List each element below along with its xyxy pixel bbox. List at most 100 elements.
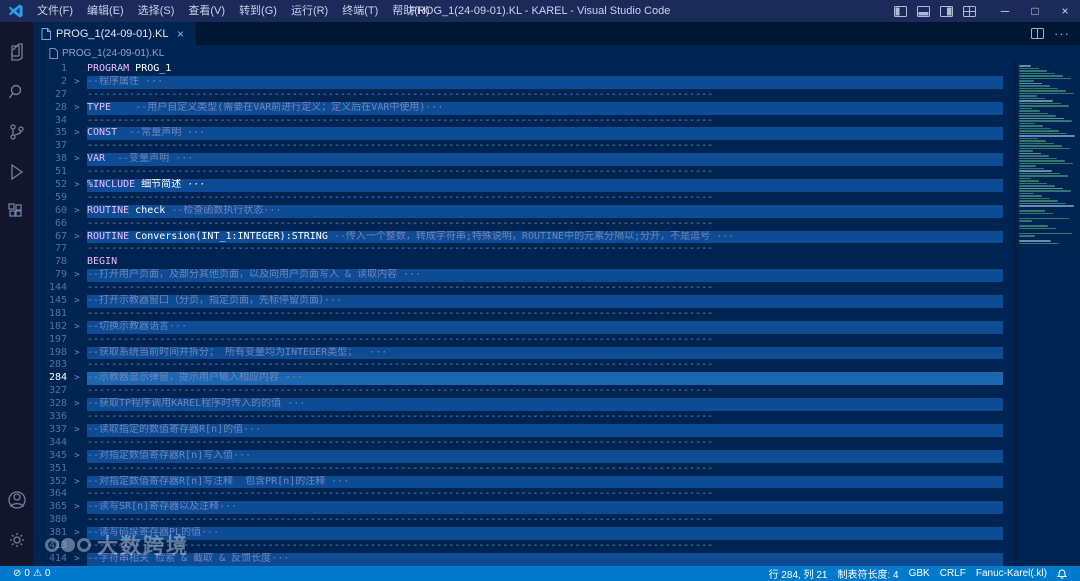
line-number[interactable]: 352	[33, 476, 67, 489]
code-line-content[interactable]: PROGRAM PROG_1	[87, 63, 1003, 76]
code-line-content[interactable]: --读取指定的数值寄存器R[n]的值···	[87, 423, 1003, 437]
line-number[interactable]: 77	[33, 243, 67, 256]
minimap[interactable]	[1014, 61, 1080, 566]
line-number[interactable]: 145	[33, 295, 67, 308]
code-line[interactable]: 77 --------------------------------------…	[33, 243, 1014, 256]
code-line-content[interactable]: ----------------------------------------…	[87, 385, 1003, 398]
cursor-position[interactable]: 行 284, 列 21	[764, 566, 833, 581]
fold-chevron-icon[interactable]: >	[67, 372, 87, 385]
line-number[interactable]: 344	[33, 437, 67, 450]
code-line[interactable]: 144 -------------------------------------…	[33, 282, 1014, 295]
menu-item[interactable]: 编辑(E)	[80, 0, 131, 22]
code-line-content[interactable]: BEGIN	[87, 256, 1003, 269]
fold-chevron-icon[interactable]: >	[67, 205, 87, 218]
extensions-icon[interactable]	[0, 192, 33, 232]
menu-item[interactable]: 查看(V)	[181, 0, 232, 22]
code-line[interactable]: 197 -------------------------------------…	[33, 334, 1014, 347]
code-line-content[interactable]: --读写SR[n]寄存器以及注释···	[87, 501, 1003, 515]
toggle-secondary-sidebar-icon[interactable]	[940, 5, 953, 17]
line-number[interactable]: 51	[33, 166, 67, 179]
fold-chevron-icon[interactable]: >	[67, 321, 87, 334]
menu-item[interactable]: 终端(T)	[335, 0, 385, 22]
menu-item[interactable]: 文件(F)	[30, 0, 80, 22]
code-line-content[interactable]: ----------------------------------------…	[87, 140, 1003, 153]
code-line-content[interactable]: --对指定数值寄存器R[n]写入值···	[87, 449, 1003, 463]
code-line[interactable]: 414 > --字符串相关 检索 & 截取 & 反馈长度···	[33, 552, 1014, 566]
code-line[interactable]: 37 --------------------------------------…	[33, 140, 1014, 153]
code-line[interactable]: 1 PROGRAM PROG_1	[33, 63, 1014, 76]
run-debug-icon[interactable]	[0, 152, 33, 192]
fold-chevron-icon[interactable]: >	[67, 501, 87, 514]
code-line[interactable]: 38 > VAR --变量声明 ···	[33, 153, 1014, 167]
code-editor[interactable]: 1 PROGRAM PROG_1 2 > --程序属性 ··· 27 -----------…	[33, 61, 1080, 566]
code-line[interactable]: 34 --------------------------------------…	[33, 115, 1014, 128]
code-line-content[interactable]: VAR --变量声明 ···	[87, 153, 1003, 167]
code-line[interactable]: 336 -------------------------------------…	[33, 411, 1014, 424]
line-number[interactable]: 328	[33, 398, 67, 411]
code-line-content[interactable]: --示教器显示弹窗，提示用户输入相应内容 ···	[87, 372, 1003, 386]
code-line-content[interactable]: ----------------------------------------…	[87, 166, 1003, 179]
code-line-content[interactable]: --对指定数值寄存器R[n]写注释 包含PR[n]的注释 ···	[87, 475, 1003, 489]
line-number[interactable]: 60	[33, 205, 67, 218]
line-number[interactable]: 34	[33, 115, 67, 128]
code-line[interactable]: 198 > --获取系统当前时间并拆分； 所有变量均为INTEGER类型； ···	[33, 346, 1014, 360]
code-line[interactable]: 67 > ROUTINE Conversion(INT_1:INTEGER):STR…	[33, 230, 1014, 244]
fold-chevron-icon[interactable]: >	[67, 76, 87, 89]
line-number[interactable]: 197	[33, 334, 67, 347]
code-line[interactable]: 380 -------------------------------------…	[33, 514, 1014, 527]
menu-item[interactable]: 选择(S)	[131, 0, 182, 22]
code-line[interactable]: 51 --------------------------------------…	[33, 166, 1014, 179]
line-number[interactable]: 1	[33, 63, 67, 76]
line-number[interactable]: 67	[33, 231, 67, 244]
code-line[interactable]: 2 > --程序属性 ···	[33, 75, 1014, 89]
code-line[interactable]: 283 -------------------------------------…	[33, 359, 1014, 372]
code-line[interactable]: 145 > --打开示教器窗口（分页，指定页面，先标停留页面）···	[33, 295, 1014, 308]
fold-chevron-icon[interactable]: >	[67, 231, 87, 244]
line-number[interactable]: 351	[33, 463, 67, 476]
code-line[interactable]: 413 -------------------------------------…	[33, 540, 1014, 553]
fold-chevron-icon[interactable]: >	[67, 102, 87, 115]
code-line-content[interactable]: --切换示教器语言···	[87, 320, 1003, 334]
line-number[interactable]: 283	[33, 359, 67, 372]
code-line-content[interactable]: ----------------------------------------…	[87, 218, 1003, 231]
code-line[interactable]: 52 > %INCLUDE 细节简述 ···	[33, 179, 1014, 192]
code-line-content[interactable]: ----------------------------------------…	[87, 89, 1003, 102]
code-line-content[interactable]: ----------------------------------------…	[87, 334, 1003, 347]
problems-indicator[interactable]: ⊘ 0 ⚠ 0	[8, 566, 55, 581]
close-button[interactable]: ×	[1050, 0, 1080, 22]
code-line[interactable]: 327 -------------------------------------…	[33, 385, 1014, 398]
code-line[interactable]: 351 -------------------------------------…	[33, 463, 1014, 476]
tab-prog1[interactable]: PROG_1(24-09-01).KL ×	[33, 22, 197, 45]
line-number[interactable]: 198	[33, 347, 67, 360]
line-number[interactable]: 27	[33, 89, 67, 102]
line-number[interactable]: 78	[33, 256, 67, 269]
code-line[interactable]: 344 -------------------------------------…	[33, 437, 1014, 450]
line-number[interactable]: 327	[33, 385, 67, 398]
toggle-panel-icon[interactable]	[917, 5, 930, 17]
line-number[interactable]: 37	[33, 140, 67, 153]
line-number[interactable]: 414	[33, 553, 67, 566]
code-line-content[interactable]: --打开示教器窗口（分页，指定页面，先标停留页面）···	[87, 295, 1003, 308]
code-line-content[interactable]: --读写码垛寄存器PL的值···	[87, 527, 1003, 540]
fold-chevron-icon[interactable]: >	[67, 424, 87, 437]
indentation-setting[interactable]: 制表符长度: 4	[832, 566, 903, 581]
menu-item[interactable]: 转到(G)	[232, 0, 284, 22]
code-line[interactable]: 60 > ROUTINE check --检查函数执行状态···	[33, 204, 1014, 218]
minimize-button[interactable]: ─	[990, 0, 1020, 22]
line-number[interactable]: 345	[33, 450, 67, 463]
line-number[interactable]: 52	[33, 179, 67, 192]
editor-more-actions-icon[interactable]: ···	[1054, 26, 1070, 41]
split-editor-icon[interactable]	[1031, 28, 1044, 39]
code-line[interactable]: 352 > --对指定数值寄存器R[n]写注释 包含PR[n]的注释 ···	[33, 475, 1014, 489]
source-control-icon[interactable]	[0, 112, 33, 152]
line-number[interactable]: 59	[33, 192, 67, 205]
code-line[interactable]: 284 > --示教器显示弹窗，提示用户输入相应内容 ···	[33, 372, 1014, 386]
code-line[interactable]: 182 > --切换示教器语言···	[33, 320, 1014, 334]
code-line-content[interactable]: ----------------------------------------…	[87, 411, 1003, 424]
line-number[interactable]: 182	[33, 321, 67, 334]
code-line[interactable]: 66 --------------------------------------…	[33, 218, 1014, 231]
code-line-content[interactable]: ----------------------------------------…	[87, 192, 1003, 205]
code-line-content[interactable]: --打开用户页面，及部分其他页面，以及向用户页面写入 & 读取内容 ···	[87, 269, 1003, 283]
code-line[interactable]: 365 > --读写SR[n]寄存器以及注释···	[33, 501, 1014, 515]
code-line[interactable]: 78 BEGIN	[33, 256, 1014, 269]
